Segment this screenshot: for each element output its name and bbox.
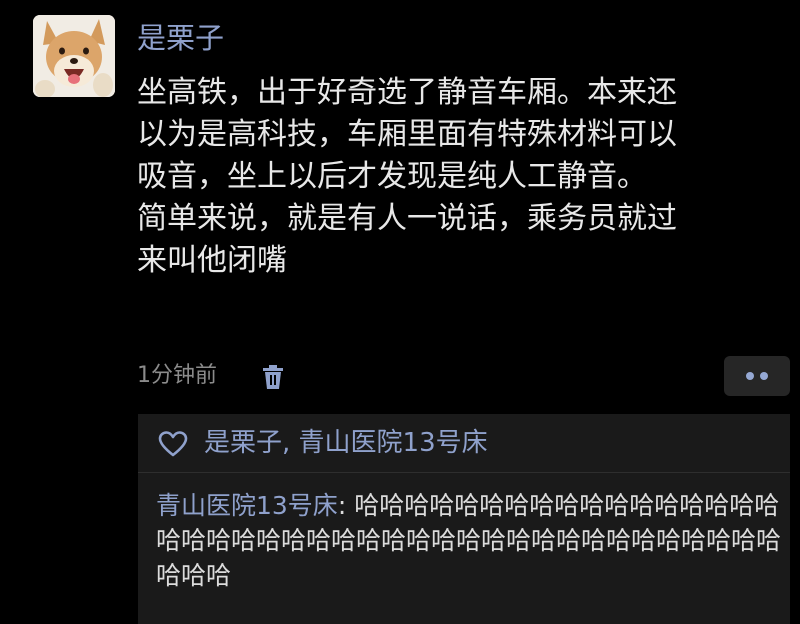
delete-button[interactable] [258,362,288,392]
comment-separator: : [337,491,355,520]
post-timestamp: 1分钟前 [137,363,217,388]
trash-icon [263,365,283,389]
liker-names[interactable]: 是栗子, 青山医院13号床 [204,424,488,462]
post-content-line: 坐高铁，出于好奇选了静音车厢。本来还 [137,75,677,110]
more-actions-button[interactable] [724,356,790,396]
likes-row: 是栗子, 青山医院13号床 [138,414,790,473]
post-content-line: 吸音，坐上以后才发现是纯人工静音。 [137,159,647,194]
heart-icon [158,431,188,457]
comment-item[interactable]: 青山医院13号床: 哈哈哈哈哈哈哈哈哈哈哈哈哈哈哈哈哈哈哈哈哈哈哈哈哈哈哈哈哈哈… [156,488,786,593]
post-content-line: 简单来说，就是有人一说话，乘务员就过 [137,201,677,236]
post-content: 坐高铁，出于好奇选了静音车厢。本来还 以为是高科技，车厢里面有特殊材料可以 吸音… [137,72,777,282]
user-avatar[interactable] [33,15,115,97]
shiba-dog-avatar-icon [33,15,115,97]
comment-author[interactable]: 青山医院13号床 [156,491,338,520]
more-dots-icon [760,372,768,380]
post-content-line: 以为是高科技，车厢里面有特殊材料可以 [137,117,677,152]
more-dots-icon [746,372,754,380]
post-content-line: 来叫他闭嘴 [137,243,287,278]
post-author-name[interactable]: 是栗子 [137,18,224,58]
likes-comments-panel: 是栗子, 青山医院13号床 青山医院13号床: 哈哈哈哈哈哈哈哈哈哈哈哈哈哈哈哈… [138,414,790,624]
